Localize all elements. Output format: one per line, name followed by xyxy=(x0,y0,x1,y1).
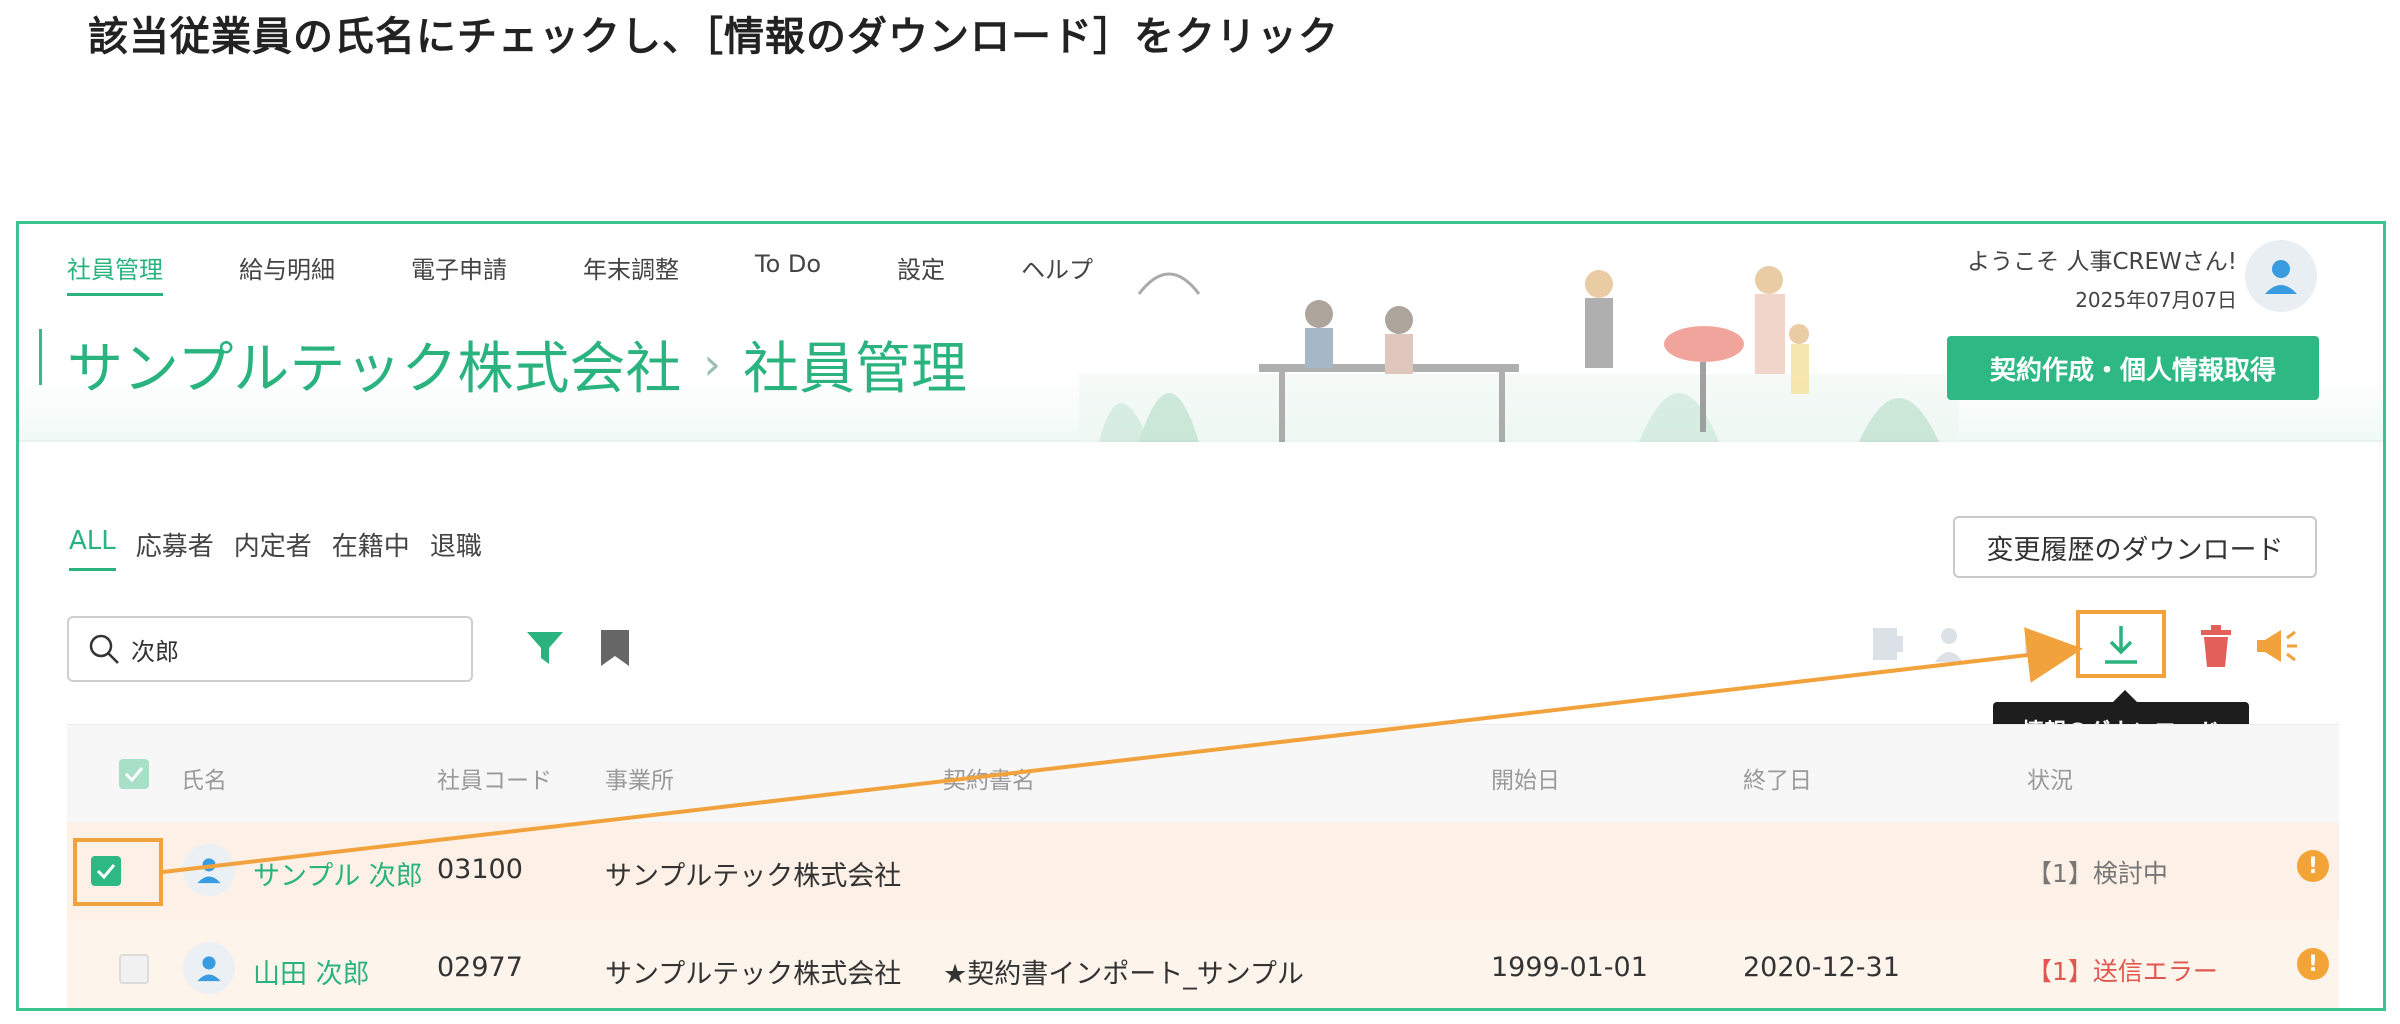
start-date: 1999-01-01 xyxy=(1491,952,1648,983)
header: 社員管理 給与明細 電子申請 年末調整 To Do 設定 ヘルプ サンプルテック… xyxy=(19,224,2383,442)
header-office[interactable]: 事業所 xyxy=(605,761,674,795)
status-badge: 【1】送信エラー xyxy=(2027,957,2218,986)
download-info-button[interactable] xyxy=(2076,610,2166,678)
person-icon[interactable] xyxy=(1931,624,1967,664)
header-name[interactable]: 氏名 xyxy=(181,761,227,795)
app-window: 社員管理 給与明細 電子申請 年末調整 To Do 設定 ヘルプ サンプルテック… xyxy=(16,221,2386,1011)
current-date: 2025年07月07日 xyxy=(2075,288,2237,312)
header-status[interactable]: 状況 xyxy=(2027,761,2073,795)
nav-item-employees[interactable]: 社員管理 xyxy=(67,250,163,296)
tab-all[interactable]: ALL xyxy=(69,526,116,571)
search-icon xyxy=(89,634,119,664)
tab-applicants[interactable]: 応募者 xyxy=(136,526,214,571)
breadcrumb-separator: › xyxy=(703,339,721,390)
end-date: 2020-12-31 xyxy=(1743,952,1900,983)
header-end-date[interactable]: 終了日 xyxy=(1743,761,1812,795)
megaphone-icon[interactable] xyxy=(2255,626,2299,666)
tab-retired[interactable]: 退職 xyxy=(430,526,482,571)
header-start-date[interactable]: 開始日 xyxy=(1491,761,1560,795)
employee-name-link[interactable]: 山田 次郎 xyxy=(253,952,370,991)
welcome-block: ようこそ 人事CREWさん! 2025年07月07日 xyxy=(1967,242,2237,313)
contract-name: ★契約書インポート_サンプル xyxy=(943,959,1304,990)
status-badge: 【1】検討中 xyxy=(2027,859,2168,888)
checkbox-highlight xyxy=(73,838,163,906)
user-avatar[interactable] xyxy=(2245,240,2317,312)
office-name: サンプルテック株式会社 xyxy=(605,959,902,990)
tab-active[interactable]: 在籍中 xyxy=(332,526,410,571)
employee-name-link[interactable]: サンプル 次郎 xyxy=(253,854,423,893)
search-input[interactable]: 次郎 xyxy=(67,616,473,682)
table-row[interactable]: 山田 次郎 02977 サンプルテック株式会社 ★契約書インポート_サンプル 1… xyxy=(67,920,2339,1008)
welcome-text: ようこそ 人事CREWさん! xyxy=(1967,249,2237,275)
employee-code: 03100 xyxy=(437,854,523,885)
user-icon xyxy=(197,956,221,982)
user-icon xyxy=(2265,260,2297,294)
nav-item-settings[interactable]: 設定 xyxy=(897,250,945,296)
row-checkbox[interactable] xyxy=(119,954,149,984)
header-employee-code[interactable]: 社員コード xyxy=(437,761,552,795)
document-icon[interactable] xyxy=(1869,624,1905,664)
trash-icon[interactable] xyxy=(2199,624,2233,668)
check-icon xyxy=(124,767,144,783)
employee-code: 02977 xyxy=(437,952,523,983)
main-nav: 社員管理 給与明細 電子申請 年末調整 To Do 設定 ヘルプ xyxy=(67,250,1169,296)
alert-icon[interactable]: ! xyxy=(2297,948,2329,980)
office-name: サンプルテック株式会社 xyxy=(605,861,902,892)
table-row[interactable]: サンプル 次郎 03100 サンプルテック株式会社 【1】検討中 ! xyxy=(67,822,2339,920)
search-value: 次郎 xyxy=(131,637,179,666)
page-title: サンプルテック株式会社 › 社員管理 xyxy=(67,324,967,405)
header-contract[interactable]: 契約書名 xyxy=(943,761,1035,795)
nav-item-e-application[interactable]: 電子申請 xyxy=(411,250,507,296)
tab-offered[interactable]: 内定者 xyxy=(234,526,312,571)
nav-item-year-end[interactable]: 年末調整 xyxy=(583,250,679,296)
contract-create-button[interactable]: 契約作成・個人情報取得 xyxy=(1947,336,2319,400)
table-header: 氏名 社員コード 事業所 契約書名 開始日 終了日 状況 xyxy=(67,724,2339,822)
copy-icon[interactable] xyxy=(2015,624,2051,664)
bookmark-icon[interactable] xyxy=(599,628,631,668)
nav-item-payslip[interactable]: 給与明細 xyxy=(239,250,335,296)
avatar xyxy=(183,942,235,994)
employee-status-tabs: ALL 応募者 内定者 在籍中 退職 xyxy=(69,526,502,571)
user-icon xyxy=(197,858,221,884)
history-download-button[interactable]: 変更履歴のダウンロード xyxy=(1953,516,2317,578)
nav-item-todo[interactable]: To Do xyxy=(755,250,821,296)
header-illustration xyxy=(1079,266,1959,442)
avatar xyxy=(183,844,235,896)
download-icon xyxy=(2105,626,2137,664)
alert-icon[interactable]: ! xyxy=(2297,850,2329,882)
filter-icon[interactable] xyxy=(525,628,565,668)
title-accent-bar xyxy=(39,329,42,385)
instruction-text: 該当従業員の氏名にチェックし、［情報のダウンロード］をクリック xyxy=(88,14,1339,60)
company-name[interactable]: サンプルテック株式会社 xyxy=(67,324,681,405)
select-all-checkbox[interactable] xyxy=(119,759,149,789)
current-page-name: 社員管理 xyxy=(742,337,967,402)
